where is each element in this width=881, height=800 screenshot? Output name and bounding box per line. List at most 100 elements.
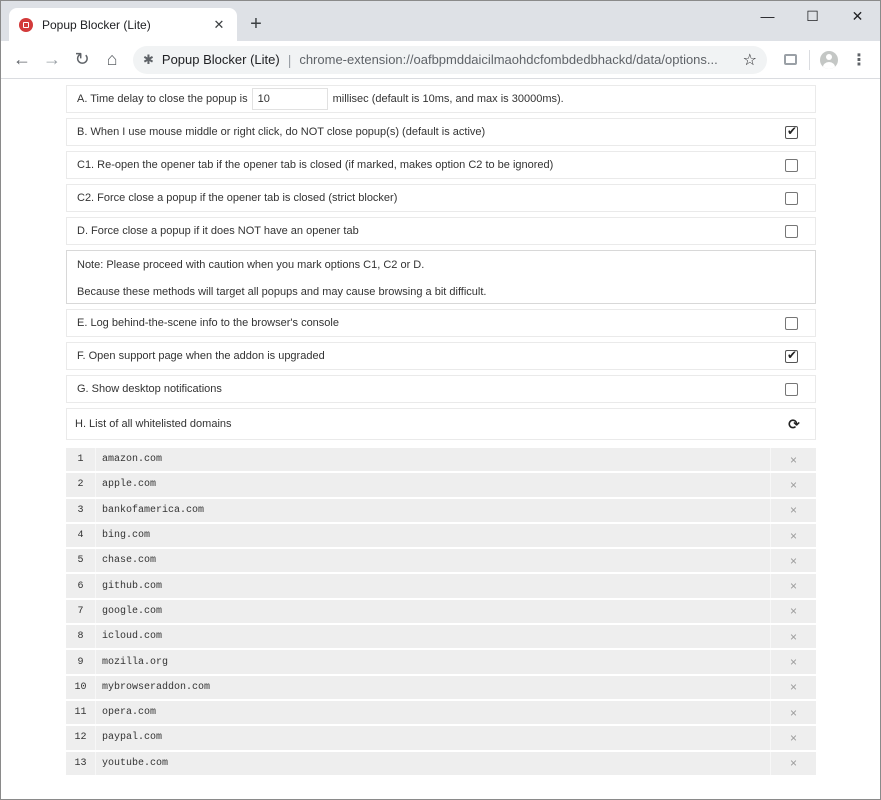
whitelist-row: 2 apple.com × bbox=[66, 473, 816, 497]
new-tab-button[interactable]: + bbox=[245, 13, 267, 35]
whitelist-row: 6 github.com × bbox=[66, 574, 816, 598]
options-container: A. Time delay to close the popup is mill… bbox=[66, 85, 816, 777]
whitelist-row-index: 3 bbox=[66, 498, 96, 522]
whitelist-row-index: 9 bbox=[66, 650, 96, 674]
remove-domain-icon[interactable]: × bbox=[770, 599, 816, 624]
omnibox-site-name: Popup Blocker (Lite) bbox=[161, 52, 280, 67]
remove-domain-icon[interactable]: × bbox=[770, 751, 816, 775]
option-f-row: F. Open support page when the addon is u… bbox=[66, 342, 816, 370]
remove-domain-icon[interactable]: × bbox=[770, 675, 816, 699]
option-c2-label: C2. Force close a popup if the opener ta… bbox=[77, 192, 398, 204]
whitelist-row: 10 mybrowseraddon.com × bbox=[66, 675, 816, 699]
whitelist-table: 1 amazon.com × 2 apple.com × 3 bankofamerica.co… bbox=[66, 446, 816, 777]
remove-domain-icon[interactable]: × bbox=[770, 473, 816, 497]
whitelist-row-domain: mozilla.org bbox=[96, 650, 770, 674]
extension-puzzle-icon: ✱ bbox=[143, 51, 154, 67]
whitelist-row-domain: youtube.com bbox=[96, 751, 770, 775]
maximize-button[interactable]: ☐ bbox=[790, 1, 835, 31]
whitelist-row-index: 13 bbox=[66, 751, 96, 775]
option-d-label: D. Force close a popup if it does NOT ha… bbox=[77, 225, 359, 237]
option-c1-label: C1. Re-open the opener tab if the opener… bbox=[77, 159, 554, 171]
delay-input[interactable] bbox=[251, 88, 328, 110]
close-window-button[interactable]: ✕ bbox=[835, 1, 880, 31]
whitelist-header: H. List of all whitelisted domains ⟳ bbox=[66, 408, 816, 440]
whitelist-row: 4 bing.com × bbox=[66, 523, 816, 548]
whitelist-row-domain: github.com bbox=[96, 574, 770, 598]
reload-button[interactable]: ↻ bbox=[67, 45, 97, 75]
whitelist-row-index: 7 bbox=[66, 599, 96, 624]
reload-whitelist-icon[interactable]: ⟳ bbox=[787, 416, 801, 432]
whitelist-row-domain: amazon.com bbox=[96, 448, 770, 472]
whitelist-row-domain: bing.com bbox=[96, 523, 770, 548]
whitelist-row-domain: chase.com bbox=[96, 549, 770, 573]
address-bar[interactable]: ✱ Popup Blocker (Lite) | chrome-extensio… bbox=[133, 45, 767, 74]
whitelist-row-domain: mybrowseraddon.com bbox=[96, 675, 770, 699]
option-a-suffix: millisec (default is 10ms, and max is 30… bbox=[332, 93, 564, 105]
window-controls: — ☐ ✕ bbox=[745, 1, 880, 31]
profile-button[interactable] bbox=[814, 45, 844, 75]
remove-domain-icon[interactable]: × bbox=[770, 726, 816, 750]
whitelist-row-domain: paypal.com bbox=[96, 726, 770, 750]
toolbar-divider bbox=[809, 49, 810, 70]
remove-domain-icon[interactable]: × bbox=[770, 700, 816, 725]
popup-blocker-favicon-icon bbox=[19, 17, 33, 32]
option-c1-checkbox[interactable] bbox=[785, 158, 798, 172]
whitelist-row-domain: apple.com bbox=[96, 473, 770, 497]
whitelist-row-domain: bankofamerica.com bbox=[96, 498, 770, 522]
option-g-checkbox[interactable] bbox=[785, 382, 798, 396]
extension-square-icon bbox=[783, 54, 797, 65]
whitelist-row-index: 2 bbox=[66, 473, 96, 497]
browser-window: Popup Blocker (Lite) ✕ + — ☐ ✕ ← → ↻ ⌂ ✱… bbox=[0, 0, 881, 800]
option-c2-row: C2. Force close a popup if the opener ta… bbox=[66, 184, 816, 212]
omnibox-url[interactable]: chrome-extension://oafbpmddaicilmaohdcfo… bbox=[299, 52, 734, 67]
whitelist-row: 3 bankofamerica.com × bbox=[66, 498, 816, 522]
option-e-checkbox[interactable] bbox=[785, 316, 798, 330]
forward-button[interactable]: → bbox=[37, 45, 67, 75]
option-a-row: A. Time delay to close the popup is mill… bbox=[66, 85, 816, 113]
tab-close-icon[interactable]: ✕ bbox=[211, 17, 227, 33]
whitelist-row-index: 6 bbox=[66, 574, 96, 598]
browser-menu-icon[interactable]: ⋮ bbox=[844, 45, 874, 75]
minimize-button[interactable]: — bbox=[745, 1, 790, 31]
remove-domain-icon[interactable]: × bbox=[770, 549, 816, 573]
whitelist-row: 5 chase.com × bbox=[66, 549, 816, 573]
whitelist-row-index: 12 bbox=[66, 726, 96, 750]
whitelist-body: 1 amazon.com × 2 apple.com × 3 bankofamerica.co… bbox=[66, 448, 816, 775]
whitelist-row: 12 paypal.com × bbox=[66, 726, 816, 750]
tab-title: Popup Blocker (Lite) bbox=[42, 17, 151, 32]
option-b-checkbox[interactable] bbox=[785, 124, 798, 139]
whitelist-row-index: 4 bbox=[66, 523, 96, 548]
remove-domain-icon[interactable]: × bbox=[770, 498, 816, 522]
whitelist-row-domain: opera.com bbox=[96, 700, 770, 725]
options-page: A. Time delay to close the popup is mill… bbox=[1, 79, 880, 777]
whitelist-row-index: 10 bbox=[66, 675, 96, 699]
whitelist-row: 1 amazon.com × bbox=[66, 448, 816, 472]
remove-domain-icon[interactable]: × bbox=[770, 625, 816, 649]
whitelist-row-index: 5 bbox=[66, 549, 96, 573]
bookmark-star-icon[interactable]: ☆ bbox=[743, 50, 757, 70]
remove-domain-icon[interactable]: × bbox=[770, 574, 816, 598]
whitelist-row: 8 icloud.com × bbox=[66, 625, 816, 649]
whitelist-row-domain: icloud.com bbox=[96, 625, 770, 649]
whitelist-row: 9 mozilla.org × bbox=[66, 650, 816, 674]
home-button[interactable]: ⌂ bbox=[97, 45, 127, 75]
option-g-row: G. Show desktop notifications bbox=[66, 375, 816, 403]
whitelist-row-domain: google.com bbox=[96, 599, 770, 624]
whitelist-row-index: 1 bbox=[66, 448, 96, 472]
active-tab[interactable]: Popup Blocker (Lite) ✕ bbox=[9, 8, 237, 41]
back-button[interactable]: ← bbox=[7, 45, 37, 75]
option-a-prefix: A. Time delay to close the popup is bbox=[77, 93, 248, 105]
remove-domain-icon[interactable]: × bbox=[770, 448, 816, 472]
browser-toolbar: ← → ↻ ⌂ ✱ Popup Blocker (Lite) | chrome-… bbox=[1, 41, 880, 79]
option-c1-row: C1. Re-open the opener tab if the opener… bbox=[66, 151, 816, 179]
option-c2-checkbox[interactable] bbox=[785, 191, 798, 205]
whitelist-row: 11 opera.com × bbox=[66, 700, 816, 725]
whitelist-row-index: 11 bbox=[66, 700, 96, 725]
tab-strip: Popup Blocker (Lite) ✕ + — ☐ ✕ bbox=[1, 1, 880, 41]
remove-domain-icon[interactable]: × bbox=[770, 523, 816, 548]
option-f-checkbox[interactable] bbox=[785, 348, 798, 363]
option-d-checkbox[interactable] bbox=[785, 224, 798, 238]
extension-button[interactable] bbox=[775, 45, 805, 75]
option-g-label: G. Show desktop notifications bbox=[77, 383, 222, 395]
remove-domain-icon[interactable]: × bbox=[770, 650, 816, 674]
